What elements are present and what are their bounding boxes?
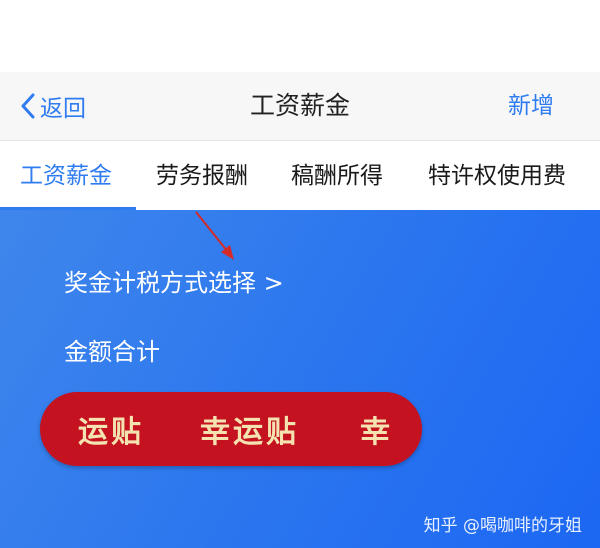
sticker-text-2: 幸运贴 — [200, 415, 299, 450]
add-button[interactable]: 新增 — [508, 88, 554, 124]
tab-labor-remuneration[interactable]: 劳务报酬 — [156, 141, 248, 211]
status-bar — [0, 0, 600, 72]
annotation-arrow-icon — [195, 211, 234, 260]
sticker-text-1: 运贴 — [78, 415, 144, 450]
watermark: 知乎 @喝咖啡的牙姐 — [423, 516, 582, 536]
bonus-tax-method-link[interactable]: 奖金计税方式选择 > — [64, 263, 284, 298]
tab-royalties[interactable]: 特许权使用费 — [428, 141, 566, 211]
lucky-sticker-overlay: 运贴 幸运贴 幸 — [40, 392, 422, 466]
salary-summary-panel: 奖金计税方式选择 > 金额合计 运贴 幸运贴 幸 知乎 @喝咖啡的牙姐 — [0, 210, 600, 548]
tab-salary[interactable]: 工资薪金 — [20, 141, 112, 211]
amount-total-label: 金额合计 — [64, 338, 160, 366]
navigation-bar: 返回 工资薪金 新增 — [0, 72, 600, 140]
tab-bar: 工资薪金 劳务报酬 稿酬所得 特许权使用费 — [0, 140, 600, 211]
sticker-text-3: 幸 — [360, 415, 393, 450]
tab-author-remuneration[interactable]: 稿酬所得 — [291, 141, 383, 211]
